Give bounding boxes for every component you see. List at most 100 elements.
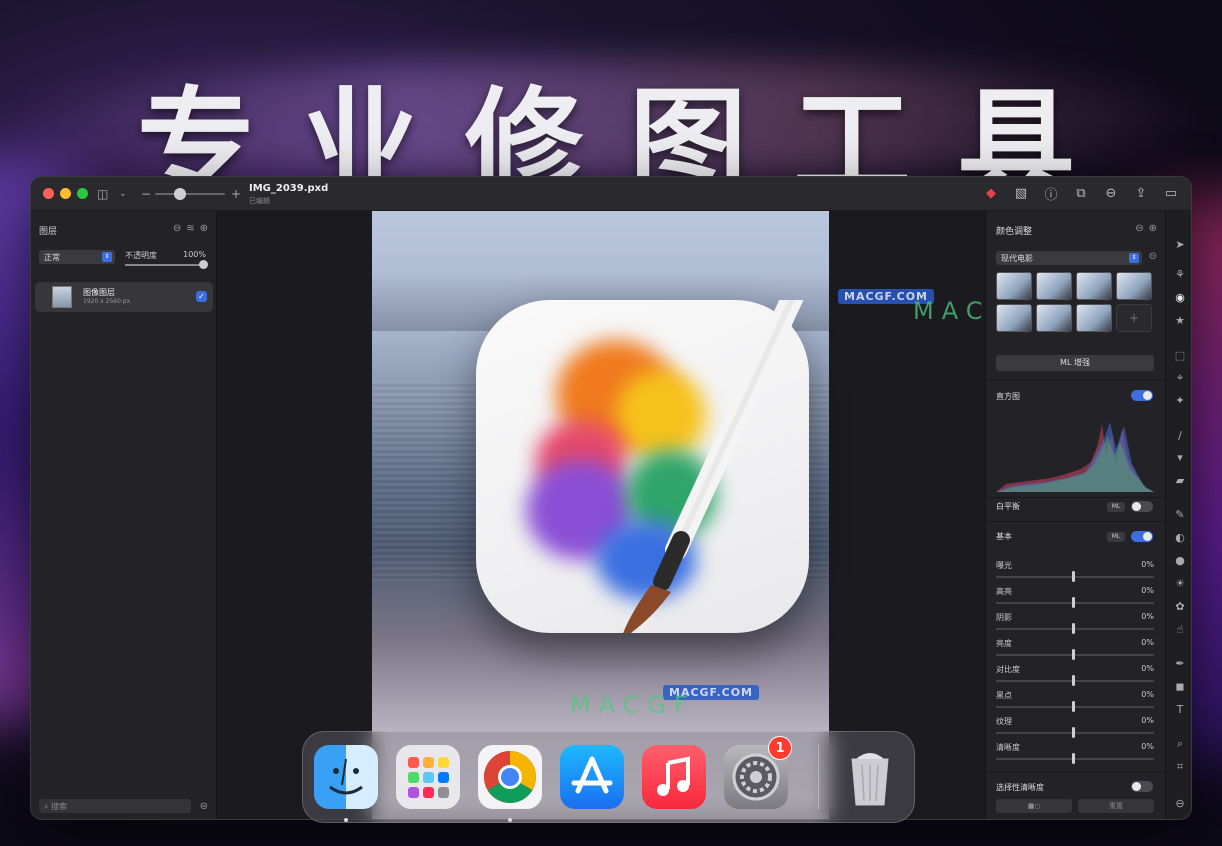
slider-track[interactable] bbox=[996, 732, 1154, 734]
color-adjust-tool-icon[interactable]: ◉ bbox=[1166, 291, 1191, 304]
share-icon[interactable]: ⇪ bbox=[1133, 186, 1149, 201]
retouch-tool-icon[interactable]: ✎ bbox=[1166, 508, 1191, 521]
music-app-icon[interactable] bbox=[642, 745, 706, 809]
slider-track[interactable] bbox=[996, 628, 1154, 630]
lasso-tool-icon[interactable]: ⌖ bbox=[1166, 371, 1191, 385]
layer-row[interactable]: 图像图层 1920 x 2560 px ✓ bbox=[35, 282, 213, 312]
selection-tool-icon[interactable]: ⬚ bbox=[1166, 349, 1191, 362]
blur-tool-icon[interactable]: ● bbox=[1166, 554, 1191, 567]
slider-knob[interactable] bbox=[1072, 571, 1075, 582]
preset-thumbnail[interactable] bbox=[996, 304, 1032, 332]
slider-track[interactable] bbox=[996, 680, 1154, 682]
slider-contrast[interactable]: 对比度 0% bbox=[996, 664, 1154, 690]
style-tool-icon[interactable]: ⚘ bbox=[1166, 268, 1191, 281]
selective-clarity-toggle[interactable] bbox=[1131, 781, 1153, 792]
finder-app-icon[interactable] bbox=[314, 745, 378, 809]
compare-button[interactable]: ■◻ bbox=[996, 799, 1072, 813]
preset-thumbnail[interactable] bbox=[1076, 304, 1112, 332]
slider-shadows[interactable]: 阴影 0% bbox=[996, 612, 1154, 638]
zoom-out-button[interactable]: − bbox=[141, 186, 151, 202]
slider-track[interactable] bbox=[996, 654, 1154, 656]
inspector-toggle-icon[interactable]: ▭ bbox=[1163, 186, 1179, 201]
close-button[interactable] bbox=[43, 188, 54, 199]
zoom-button[interactable] bbox=[77, 188, 88, 199]
slider-knob[interactable] bbox=[1072, 727, 1075, 738]
preset-thumbnail[interactable] bbox=[1036, 272, 1072, 300]
preset-select[interactable]: 现代电影 ⇕ bbox=[996, 251, 1142, 265]
slider-clarity[interactable]: 清晰度 0% bbox=[996, 742, 1154, 768]
shape-tool-icon[interactable]: ◼ bbox=[1166, 680, 1191, 693]
add-preset-button[interactable]: + bbox=[1116, 304, 1152, 332]
layers-stack-icon[interactable]: ≋ bbox=[186, 223, 194, 234]
preset-thumbnail[interactable] bbox=[1116, 272, 1152, 300]
sponge-tool-icon[interactable]: ✿ bbox=[1166, 600, 1191, 613]
slider-track[interactable] bbox=[996, 758, 1154, 760]
ml-enhance-button[interactable]: ML 增强 bbox=[996, 355, 1154, 371]
chrome-app-icon[interactable] bbox=[478, 745, 542, 809]
slider-black-point[interactable]: 黑点 0% bbox=[996, 690, 1154, 716]
zoom-slider-knob[interactable] bbox=[174, 188, 186, 200]
slider-exposure[interactable]: 曝光 0% bbox=[996, 560, 1154, 586]
blend-mode-select[interactable]: 正常 ⇕ bbox=[39, 250, 115, 264]
preset-thumbnail[interactable] bbox=[1076, 272, 1112, 300]
basic-ml-button[interactable]: ML bbox=[1107, 532, 1125, 542]
white-balance-ml-button[interactable]: ML bbox=[1107, 502, 1125, 512]
basic-toggle[interactable] bbox=[1131, 531, 1153, 542]
info-icon[interactable]: ⓘ bbox=[1043, 184, 1059, 203]
slider-track[interactable] bbox=[996, 706, 1154, 708]
effects-tool-icon[interactable]: ★ bbox=[1166, 314, 1191, 327]
zoom-tool-icon[interactable]: ⌕ bbox=[1166, 737, 1191, 751]
fill-tool-icon[interactable]: ▾ bbox=[1166, 451, 1191, 464]
pen-tool-icon[interactable]: ✒ bbox=[1166, 657, 1191, 670]
layers-search-input[interactable]: ⌕ 搜索 bbox=[39, 799, 191, 813]
compare-icon[interactable]: ▧ bbox=[1013, 186, 1029, 201]
filter-icon[interactable]: ⊜ bbox=[200, 801, 208, 812]
opacity-slider[interactable] bbox=[125, 264, 205, 266]
trash-app-icon[interactable] bbox=[838, 745, 902, 809]
slider-track[interactable] bbox=[996, 602, 1154, 604]
preset-thumbnail[interactable] bbox=[1036, 304, 1072, 332]
sidebar-toggle-icon[interactable]: ◫ bbox=[97, 186, 108, 202]
launchpad-app-icon[interactable] bbox=[396, 745, 460, 809]
white-balance-toggle[interactable] bbox=[1131, 501, 1153, 512]
slider-knob[interactable] bbox=[1072, 701, 1075, 712]
slider-knob[interactable] bbox=[1072, 649, 1075, 660]
crop-tool-icon[interactable]: ⌗ bbox=[1166, 760, 1191, 774]
opacity-slider-knob[interactable] bbox=[199, 260, 208, 269]
slider-brightness[interactable]: 亮度 0% bbox=[996, 638, 1154, 664]
clone-tool-icon[interactable]: ◐ bbox=[1166, 531, 1191, 544]
more-icon[interactable]: ⊖ bbox=[1103, 186, 1119, 201]
magic-wand-icon[interactable]: ✦ bbox=[1166, 394, 1191, 407]
slider-knob[interactable] bbox=[1072, 597, 1075, 608]
slider-texture[interactable]: 纹理 0% bbox=[996, 716, 1154, 742]
crop-canvas-icon[interactable]: ⧉ bbox=[1073, 186, 1089, 201]
remove-adjustment-icon[interactable]: ⊖ bbox=[1135, 223, 1143, 234]
text-tool-icon[interactable]: T bbox=[1166, 703, 1191, 716]
minus-circle-icon[interactable]: ⊖ bbox=[1166, 797, 1191, 810]
lighten-tool-icon[interactable]: ☀ bbox=[1166, 577, 1191, 590]
slider-knob[interactable] bbox=[1072, 753, 1075, 764]
add-adjustment-icon[interactable]: ⊕ bbox=[1149, 223, 1157, 234]
brush-tool-icon[interactable]: ∕ bbox=[1166, 429, 1191, 442]
slider-knob[interactable] bbox=[1072, 675, 1075, 686]
layer-visibility-checkbox[interactable]: ✓ bbox=[196, 291, 207, 302]
minimize-button[interactable] bbox=[60, 188, 71, 199]
zoom-in-button[interactable]: + bbox=[231, 186, 241, 202]
slider-highlights[interactable]: 高亮 0% bbox=[996, 586, 1154, 612]
reset-button[interactable]: 重置 bbox=[1078, 799, 1154, 813]
arrow-tool-icon[interactable]: ➤ bbox=[1166, 238, 1191, 251]
preset-thumbnail[interactable] bbox=[996, 272, 1032, 300]
add-layer-icon[interactable]: ⊕ bbox=[200, 223, 208, 234]
remove-layer-icon[interactable]: ⊖ bbox=[173, 223, 181, 234]
zoom-slider[interactable] bbox=[155, 193, 225, 195]
preset-more-icon[interactable]: ⊝ bbox=[1149, 251, 1157, 262]
canvas-area[interactable]: MACGF.COM MACGF MACGF.COM MACGF bbox=[218, 211, 1031, 819]
slider-knob[interactable] bbox=[1072, 623, 1075, 634]
smudge-tool-icon[interactable]: ☝ bbox=[1166, 623, 1191, 636]
eraser-tool-icon[interactable]: ▰ bbox=[1166, 474, 1191, 487]
slider-track[interactable] bbox=[996, 576, 1154, 578]
histogram-toggle[interactable] bbox=[1131, 390, 1153, 401]
chevron-down-icon[interactable]: ⌄ bbox=[119, 186, 127, 202]
app-store-app-icon[interactable] bbox=[560, 745, 624, 809]
color-icon[interactable]: ◆ bbox=[983, 186, 999, 201]
